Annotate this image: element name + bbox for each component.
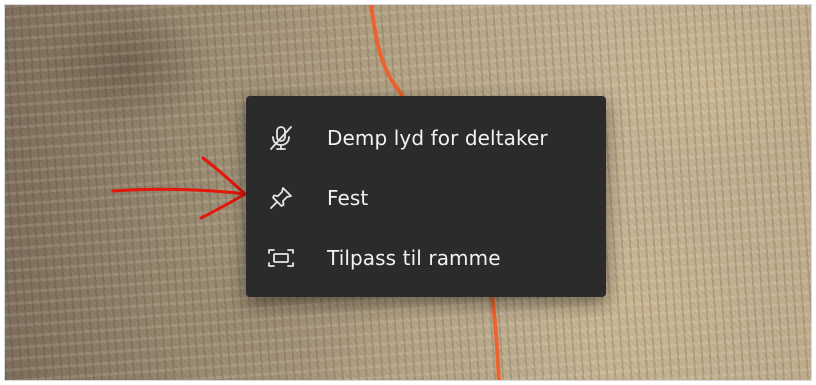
mute-participant-menu-item[interactable]: Demp lyd for deltaker [246, 108, 606, 168]
pin-label: Fest [327, 186, 369, 210]
fit-to-frame-label: Tilpass til ramme [327, 246, 501, 270]
mute-participant-label: Demp lyd for deltaker [327, 126, 548, 150]
pin-menu-item[interactable]: Fest [246, 168, 606, 228]
participant-context-menu: Demp lyd for deltaker Fest Tilpass til r… [246, 96, 606, 297]
pin-icon [265, 182, 297, 214]
fit-to-frame-icon [265, 242, 297, 274]
mic-off-icon [265, 122, 297, 154]
fit-to-frame-menu-item[interactable]: Tilpass til ramme [246, 228, 606, 288]
video-tile[interactable]: Demp lyd for deltaker Fest Tilpass til r… [4, 4, 812, 381]
annotation-arrow [111, 156, 247, 220]
